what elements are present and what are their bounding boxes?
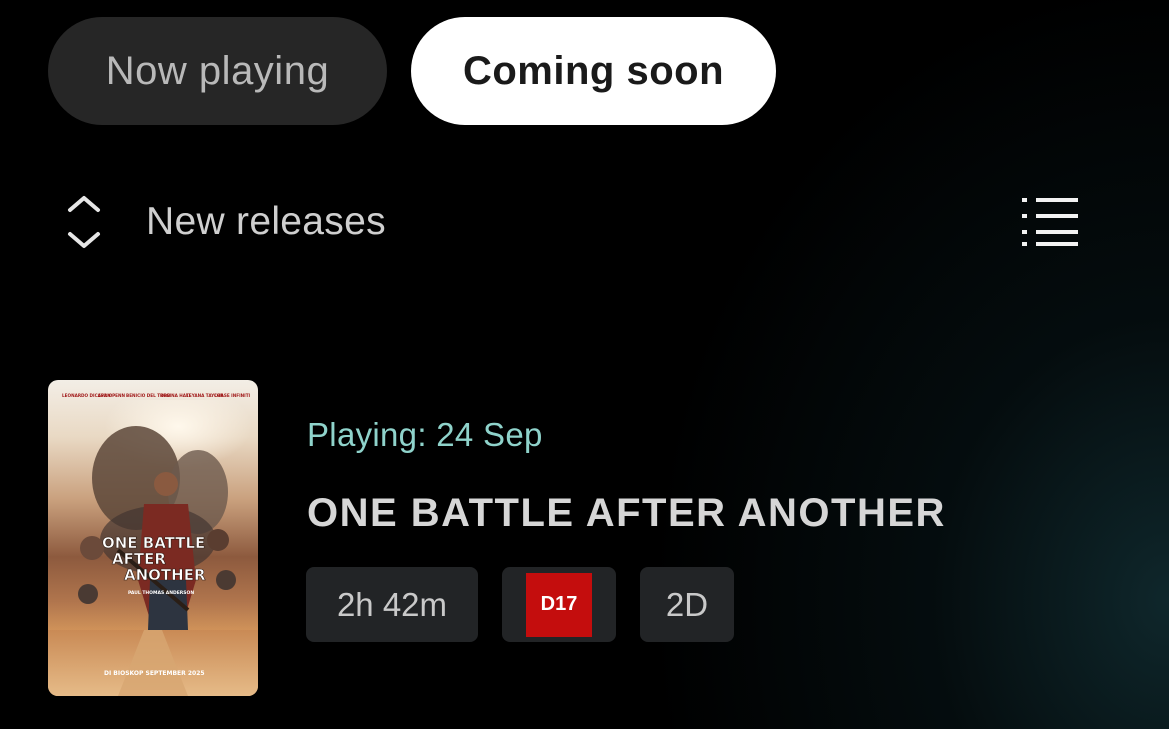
movie-poster: LEONARDO DICAPRIO SEAN PENN BENICIO DEL … <box>48 380 258 696</box>
list-view-icon <box>1022 198 1078 246</box>
sort-selector[interactable]: New releases <box>62 190 386 254</box>
movie-title: ONE BATTLE AFTER ANOTHER <box>307 491 946 535</box>
movie-badges: 2h 42m D17 2D <box>306 567 734 642</box>
age-rating: D17 <box>526 572 592 637</box>
rating-badge: D17 <box>502 567 616 642</box>
poster-director: PAUL THOMAS ANDERSON <box>128 590 194 596</box>
playing-date: Playing: 24 Sep <box>307 416 543 453</box>
poster-cast-2: SEAN PENN <box>98 393 126 398</box>
list-view-button[interactable] <box>1016 192 1082 252</box>
poster-title-line-3: ANOTHER <box>124 566 206 584</box>
movie-card[interactable]: LEONARDO DICAPRIO SEAN PENN BENICIO DEL … <box>48 380 1048 696</box>
duration-badge: 2h 42m <box>306 567 478 642</box>
tab-now-playing[interactable]: Now playing <box>48 17 387 125</box>
format-badge: 2D <box>640 567 734 642</box>
sort-up-down-icon <box>68 196 100 248</box>
tab-coming-soon[interactable]: Coming soon <box>411 17 776 125</box>
poster-release: DI BIOSKOP SEPTEMBER 2025 <box>104 670 205 677</box>
poster-cast-6: CHASE INFINITI <box>214 393 251 398</box>
sort-label: New releases <box>146 200 386 243</box>
